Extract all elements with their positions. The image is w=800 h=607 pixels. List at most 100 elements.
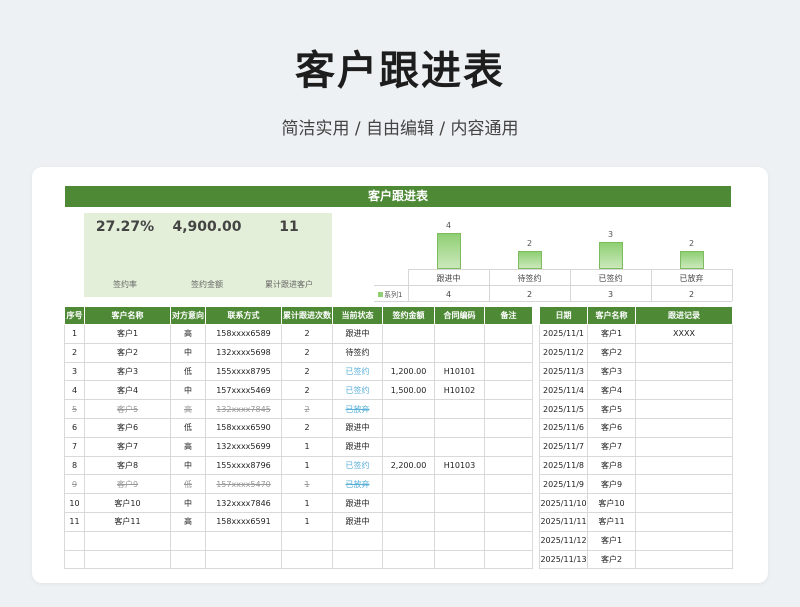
table-cell[interactable]: 中 (170, 342, 206, 363)
table-cell[interactable]: 1 (64, 324, 85, 344)
table-cell[interactable]: 2025/11/9 (539, 474, 588, 495)
table-cell[interactable] (382, 399, 435, 419)
table-cell[interactable]: 10 (64, 493, 85, 513)
table-cell[interactable]: 2025/11/1 (539, 324, 588, 344)
table-cell[interactable]: 158xxxx6591 (205, 511, 282, 532)
table-row[interactable]: 9 客户9 低 157xxxx5470 1 已放弃 (64, 474, 533, 495)
table-cell[interactable]: 2025/11/10 (539, 493, 588, 513)
table-row[interactable]: 7 客户7 高 132xxxx5699 1 跟进中 (64, 436, 533, 457)
table-cell[interactable]: 跟进中 (332, 324, 383, 344)
table-row[interactable] (64, 549, 533, 570)
table-cell[interactable]: 132xxxx7846 (205, 493, 282, 513)
table-cell[interactable]: 中 (170, 455, 206, 476)
table-cell[interactable]: 2025/11/2 (539, 342, 588, 363)
table-cell[interactable]: 中 (170, 493, 206, 513)
table-cell[interactable]: 1 (281, 474, 333, 495)
table-cell[interactable] (484, 549, 533, 570)
table-cell[interactable] (382, 324, 435, 344)
table-cell[interactable] (205, 530, 282, 551)
table-cell[interactable] (484, 474, 533, 495)
table-cell[interactable]: 2 (64, 342, 85, 363)
table-cell[interactable] (635, 474, 733, 495)
table-cell[interactable]: 2025/11/11 (539, 511, 588, 532)
table-cell[interactable]: 客户11 (587, 511, 636, 532)
table-cell[interactable]: 已签约 (332, 455, 383, 476)
table-cell[interactable] (484, 511, 533, 532)
table-cell[interactable]: 高 (170, 324, 206, 344)
table-cell[interactable]: 2025/11/4 (539, 380, 588, 401)
table-row[interactable]: 1 客户1 高 158xxxx6589 2 跟进中 (64, 324, 533, 344)
column-header[interactable]: 备注 (484, 306, 533, 325)
table-cell[interactable] (635, 493, 733, 513)
table-cell[interactable] (434, 474, 485, 495)
table-cell[interactable]: H10102 (434, 380, 485, 401)
column-header[interactable]: 签约金额 (382, 306, 435, 325)
table-cell[interactable]: 2025/11/7 (539, 436, 588, 457)
table-cell[interactable] (382, 511, 435, 532)
table-cell[interactable]: 7 (64, 436, 85, 457)
table-cell[interactable]: 157xxxx5469 (205, 380, 282, 401)
table-cell[interactable]: 客户7 (84, 436, 171, 457)
table-cell[interactable]: 已签约 (332, 361, 383, 382)
table-cell[interactable]: 132xxxx5698 (205, 342, 282, 363)
table-row[interactable]: 2025/11/13 客户2 (539, 549, 733, 570)
table-cell[interactable]: 2025/11/3 (539, 361, 588, 382)
column-header[interactable]: 日期 (539, 306, 588, 325)
table-cell[interactable]: 客户9 (587, 474, 636, 495)
table-cell[interactable]: 155xxxx8796 (205, 455, 282, 476)
table-row[interactable]: 4 客户4 中 157xxxx5469 2 已签约 1,500.00 H10102 (64, 380, 533, 401)
table-cell[interactable]: 高 (170, 511, 206, 532)
table-cell[interactable]: 6 (64, 417, 85, 438)
table-cell[interactable]: 客户8 (587, 455, 636, 476)
table-row[interactable]: 2025/11/1 客户1 XXXX (539, 324, 733, 344)
table-cell[interactable]: 低 (170, 474, 206, 495)
table-cell[interactable] (484, 399, 533, 419)
table-cell[interactable]: 2,200.00 (382, 455, 435, 476)
table-cell[interactable]: 2 (281, 399, 333, 419)
table-cell[interactable]: 低 (170, 417, 206, 438)
table-cell[interactable] (434, 342, 485, 363)
table-cell[interactable]: 4 (64, 380, 85, 401)
table-cell[interactable] (434, 511, 485, 532)
table-cell[interactable]: 中 (170, 380, 206, 401)
table-cell[interactable]: H10103 (434, 455, 485, 476)
column-header[interactable]: 对方意向 (170, 306, 206, 325)
table-cell[interactable]: 客户2 (587, 342, 636, 363)
table-cell[interactable] (64, 549, 85, 570)
table-cell[interactable] (635, 380, 733, 401)
table-cell[interactable]: 157xxxx5470 (205, 474, 282, 495)
table-cell[interactable]: 客户7 (587, 436, 636, 457)
table-cell[interactable]: 客户10 (84, 493, 171, 513)
table-cell[interactable] (635, 511, 733, 532)
table-cell[interactable] (332, 530, 383, 551)
table-cell[interactable]: 客户6 (84, 417, 171, 438)
table-cell[interactable] (484, 324, 533, 344)
table-cell[interactable]: 2025/11/5 (539, 399, 588, 419)
table-cell[interactable]: 客户6 (587, 417, 636, 438)
table-cell[interactable]: 132xxxx5699 (205, 436, 282, 457)
table-cell[interactable]: 已放弃 (332, 399, 383, 419)
table-cell[interactable]: 客户4 (84, 380, 171, 401)
table-cell[interactable] (484, 455, 533, 476)
table-cell[interactable]: 9 (64, 474, 85, 495)
table-cell[interactable]: 跟进中 (332, 436, 383, 457)
table-cell[interactable]: 客户1 (587, 324, 636, 344)
table-cell[interactable]: 1 (281, 511, 333, 532)
table-cell[interactable]: 1,500.00 (382, 380, 435, 401)
table-cell[interactable]: 2025/11/12 (539, 530, 588, 551)
table-row[interactable]: 2025/11/3 客户3 (539, 361, 733, 382)
column-header[interactable]: 客户名称 (84, 306, 171, 325)
table-cell[interactable]: 8 (64, 455, 85, 476)
table-row[interactable]: 6 客户6 低 158xxxx6590 2 跟进中 (64, 417, 533, 438)
table-cell[interactable] (382, 436, 435, 457)
table-cell[interactable]: 客户1 (587, 530, 636, 551)
table-cell[interactable]: 1 (281, 493, 333, 513)
table-cell[interactable] (635, 399, 733, 419)
table-row[interactable]: 8 客户8 中 155xxxx8796 1 已签约 2,200.00 H10103 (64, 455, 533, 476)
table-cell[interactable]: 158xxxx6590 (205, 417, 282, 438)
table-cell[interactable]: 高 (170, 399, 206, 419)
table-cell[interactable]: 客户10 (587, 493, 636, 513)
table-cell[interactable]: 低 (170, 361, 206, 382)
table-cell[interactable]: 2025/11/8 (539, 455, 588, 476)
table-row[interactable]: 2025/11/8 客户8 (539, 455, 733, 476)
